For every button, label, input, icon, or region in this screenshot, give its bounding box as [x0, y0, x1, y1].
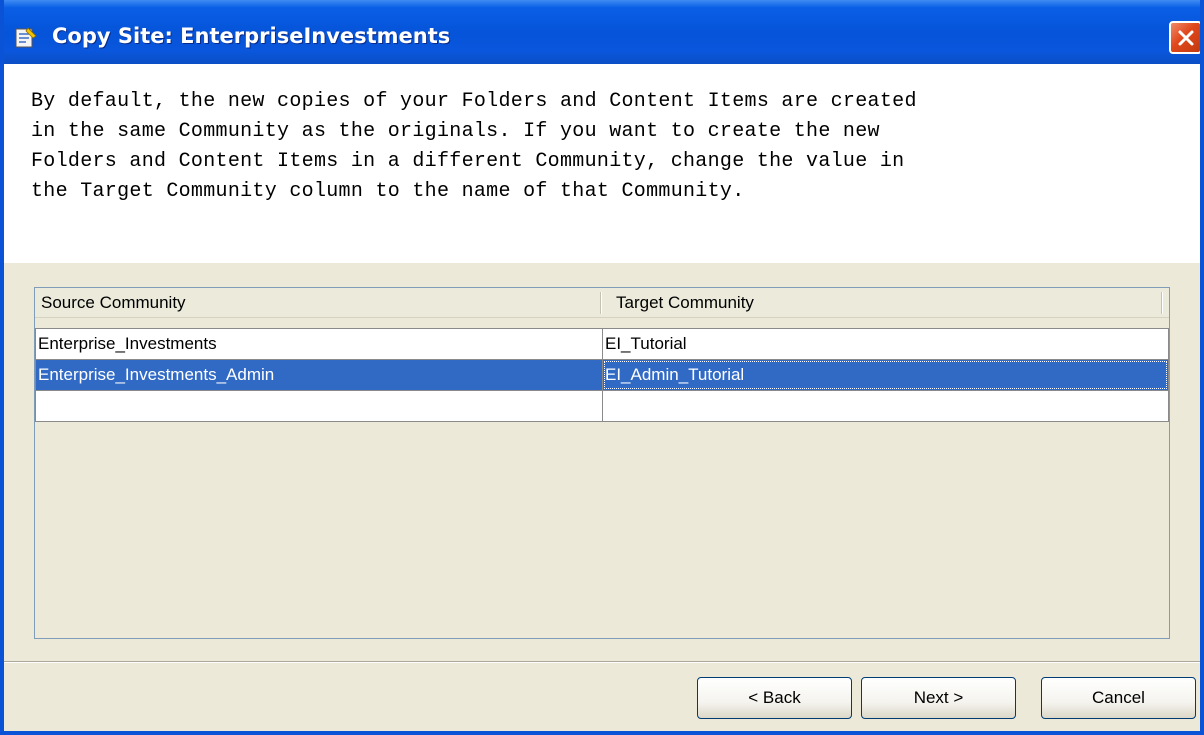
source-community-cell[interactable] — [35, 390, 603, 422]
footer-divider — [4, 661, 1200, 663]
community-mapping-table[interactable]: Source Community Target Community Enterp… — [34, 287, 1170, 639]
target-community-cell[interactable]: EI_Tutorial — [602, 328, 1169, 360]
title-bar[interactable]: Copy Site: EnterpriseInvestments — [4, 0, 1200, 64]
table-row-empty[interactable] — [35, 390, 1169, 422]
close-button[interactable] — [1169, 21, 1200, 54]
back-button[interactable]: < Back — [697, 677, 852, 719]
table-header: Source Community Target Community — [35, 288, 1169, 318]
next-button[interactable]: Next > — [861, 677, 1016, 719]
instructions-text: By default, the new copies of your Folde… — [31, 90, 917, 203]
target-community-cell[interactable] — [602, 390, 1169, 422]
source-community-cell[interactable]: Enterprise_Investments — [35, 328, 603, 360]
instructions-panel: By default, the new copies of your Folde… — [4, 64, 1200, 263]
column-divider[interactable] — [1161, 292, 1162, 314]
target-community-cell[interactable]: EI_Admin_Tutorial — [602, 359, 1169, 391]
table-row[interactable]: Enterprise_Investments EI_Tutorial — [35, 328, 1169, 360]
copy-site-dialog: Copy Site: EnterpriseInvestments By defa… — [0, 0, 1204, 735]
source-community-cell[interactable]: Enterprise_Investments_Admin — [35, 359, 603, 391]
column-header-source[interactable]: Source Community — [35, 288, 600, 317]
column-header-target[interactable]: Target Community — [610, 288, 1160, 317]
table-row-selected[interactable]: Enterprise_Investments_Admin EI_Admin_Tu… — [35, 359, 1169, 391]
cancel-button[interactable]: Cancel — [1041, 677, 1196, 719]
close-icon — [1178, 30, 1193, 45]
column-divider[interactable] — [600, 292, 601, 314]
wizard-app-icon — [15, 27, 37, 48]
window-title: Copy Site: EnterpriseInvestments — [52, 24, 451, 48]
